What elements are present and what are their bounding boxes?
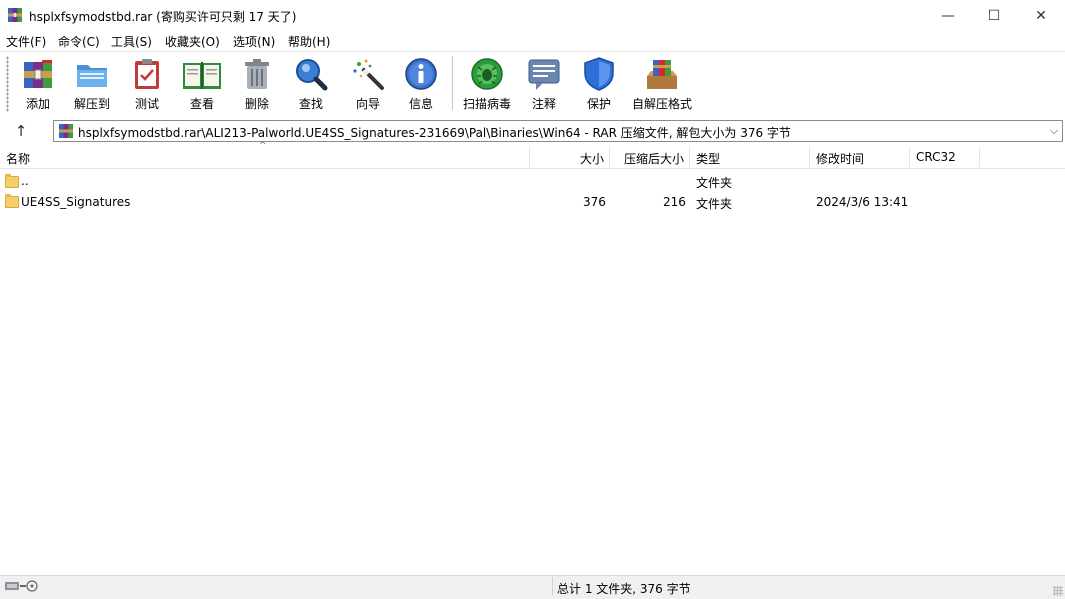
column-divider[interactable] — [979, 147, 980, 167]
file-row[interactable]: UE4SS_Signatures 376 216 文件夹 2024/3/6 13… — [0, 192, 1065, 212]
file-packed-size: 216 — [663, 195, 686, 209]
sfx-archive-icon — [647, 60, 677, 89]
folder-icon — [5, 194, 19, 208]
sfx-button[interactable]: 自解压格式 — [632, 56, 692, 114]
protect-button[interactable]: 保护 — [582, 56, 616, 114]
find-button[interactable]: 查找 — [293, 56, 329, 114]
file-name: UE4SS_Signatures — [21, 195, 131, 209]
menu-bar — [0, 31, 1065, 51]
close-button[interactable]: ✕ — [1018, 0, 1064, 31]
delete-button[interactable]: 删除 — [241, 56, 273, 114]
menu-options[interactable]: 选项(N) — [233, 33, 275, 50]
view-button[interactable]: 查看 — [181, 56, 223, 114]
file-name: .. — [21, 174, 29, 188]
open-book-icon — [183, 62, 221, 89]
info-button[interactable]: 信息 — [403, 56, 439, 114]
wizard-button[interactable]: 向导 — [350, 56, 386, 114]
view-label: 查看 — [189, 97, 214, 111]
clipboard-check-icon — [135, 59, 159, 89]
scan-virus-button[interactable]: 扫描病毒 — [462, 56, 512, 114]
toolbar-separator — [452, 56, 453, 110]
delete-label: 删除 — [244, 97, 269, 111]
comment-button[interactable]: 注释 — [527, 56, 561, 114]
status-bar — [0, 575, 1065, 599]
minimize-button[interactable]: — — [925, 0, 971, 31]
column-divider[interactable] — [689, 147, 690, 167]
protect-label: 保护 — [586, 97, 611, 111]
add-archive-icon — [24, 60, 52, 88]
toolbar-grip[interactable] — [6, 56, 9, 112]
menu-favorites[interactable]: 收藏夹(O) — [165, 33, 220, 50]
address-path: hsplxfsymodstbd.rar\ALI213-Palworld.UE4S… — [78, 126, 791, 140]
folder-icon — [5, 174, 19, 188]
menu-tools[interactable]: 工具(S) — [111, 33, 152, 50]
find-label: 查找 — [298, 97, 323, 111]
scan-virus-label: 扫描病毒 — [462, 97, 511, 111]
folder-extract-icon — [77, 65, 107, 87]
wizard-label: 向导 — [355, 97, 380, 111]
file-size: 376 — [583, 195, 606, 209]
column-modified[interactable]: 修改时间 — [816, 150, 864, 167]
extract-to-label: 解压到 — [73, 97, 110, 111]
column-type[interactable]: 类型 — [696, 150, 720, 167]
drive-status-icon[interactable] — [5, 580, 41, 592]
extract-to-button[interactable]: 解压到 — [73, 56, 111, 114]
add-button[interactable]: 添加 — [19, 56, 57, 114]
comment-icon — [528, 59, 560, 90]
column-divider[interactable] — [609, 147, 610, 167]
shield-icon — [584, 57, 614, 91]
menu-file[interactable]: 文件(F) — [6, 33, 46, 50]
test-button[interactable]: 测试 — [132, 56, 162, 114]
column-header-row — [0, 146, 1065, 169]
column-size[interactable]: 大小 — [580, 150, 604, 167]
column-crc32[interactable]: CRC32 — [916, 150, 956, 164]
virus-scan-icon — [471, 58, 503, 90]
test-label: 测试 — [134, 97, 159, 111]
menu-help[interactable]: 帮助(H) — [288, 33, 330, 50]
column-packed-size[interactable]: 压缩后大小 — [624, 150, 684, 167]
file-type: 文件夹 — [696, 176, 733, 190]
rar-file-icon — [59, 124, 73, 138]
resize-grip[interactable] — [1053, 586, 1063, 596]
winrar-app-icon[interactable] — [7, 7, 23, 23]
add-label: 添加 — [25, 97, 50, 111]
info-icon — [405, 58, 437, 90]
window-title: hsplxfsymodstbd.rar (寄购买许可只剩 17 天了) — [29, 10, 297, 24]
up-arrow-icon[interactable]: ↑ — [11, 121, 31, 141]
info-label: 信息 — [408, 97, 433, 111]
menu-commands[interactable]: 命令(C) — [58, 33, 100, 50]
status-summary: 总计 1 文件夹, 376 字节 — [557, 582, 691, 596]
sort-ascending-icon: ^ — [259, 141, 267, 151]
status-divider — [552, 577, 553, 596]
column-name[interactable]: 名称 — [6, 150, 30, 167]
trash-can-icon — [245, 59, 269, 89]
chevron-down-icon[interactable]: ⌵ — [1047, 122, 1061, 140]
sfx-label: 自解压格式 — [632, 97, 693, 111]
maximize-button[interactable]: ☐ — [971, 0, 1017, 31]
magic-wand-icon — [353, 59, 384, 90]
file-modified: 2024/3/6 13:41 — [816, 195, 909, 209]
column-divider[interactable] — [529, 147, 530, 167]
comment-label: 注释 — [531, 97, 556, 111]
file-type: 文件夹 — [696, 197, 733, 211]
magnifier-icon — [296, 59, 328, 91]
column-divider[interactable] — [809, 147, 810, 167]
file-row-parent[interactable]: .. 文件夹 — [0, 171, 1065, 191]
column-divider[interactable] — [909, 147, 910, 167]
